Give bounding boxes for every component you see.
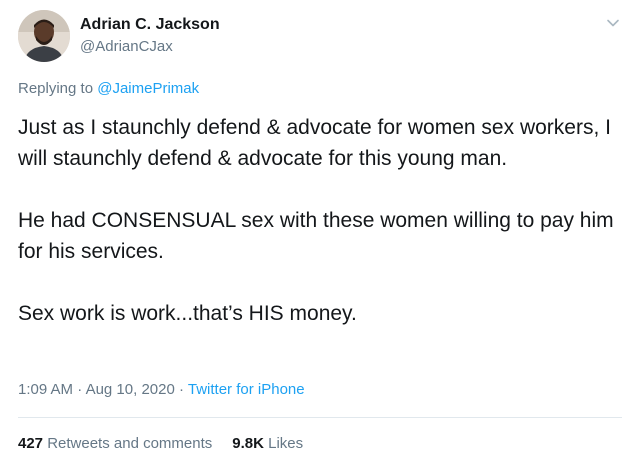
tweet-stats: 427 Retweets and comments 9.8K Likes — [18, 435, 323, 452]
likes-stat[interactable]: 9.8K Likes — [232, 435, 303, 452]
likes-count: 9.8K — [232, 435, 264, 452]
tweet-paragraph: Just as I staunchly defend & advocate fo… — [18, 116, 611, 170]
likes-label: Likes — [263, 435, 304, 452]
retweets-count: 427 — [18, 435, 44, 452]
tweet-time: 1:09 AM — [18, 381, 74, 398]
tweet-text: Just as I staunchly defend & advocate fo… — [18, 112, 624, 329]
tweet-paragraph: He had CONSENSUAL sex with these women w… — [18, 209, 614, 263]
avatar-image — [18, 10, 70, 62]
tweet-header: Adrian C. Jackson @AdrianCJax — [18, 10, 622, 66]
author-handle[interactable]: @AdrianCJax — [80, 38, 173, 55]
tweet-card: Adrian C. Jackson @AdrianCJax Replying t… — [0, 0, 640, 469]
tweet-timestamp-link[interactable]: 1:09 AM · Aug 10, 2020 — [18, 381, 175, 398]
meta-separator: · — [73, 381, 86, 398]
replying-to-label: Replying to — [18, 80, 98, 97]
replying-to-handle-link[interactable]: @JaimePrimak — [97, 80, 199, 97]
retweets-stat[interactable]: 427 Retweets and comments — [18, 435, 212, 452]
tweet-date: Aug 10, 2020 — [85, 381, 175, 398]
tweet-source-link[interactable]: Twitter for iPhone — [188, 381, 305, 398]
avatar[interactable] — [18, 10, 70, 62]
tweet-meta: 1:09 AM · Aug 10, 2020 · Twitter for iPh… — [18, 381, 305, 398]
divider — [18, 417, 622, 418]
meta-separator: · — [174, 381, 188, 398]
author-name[interactable]: Adrian C. Jackson — [80, 16, 220, 34]
tweet-paragraph: Sex work is work...that’s HIS money. — [18, 302, 357, 325]
chevron-down-icon[interactable] — [604, 14, 622, 32]
retweets-label: Retweets and comments — [43, 435, 213, 452]
replying-to: Replying to @JaimePrimak — [18, 80, 199, 97]
